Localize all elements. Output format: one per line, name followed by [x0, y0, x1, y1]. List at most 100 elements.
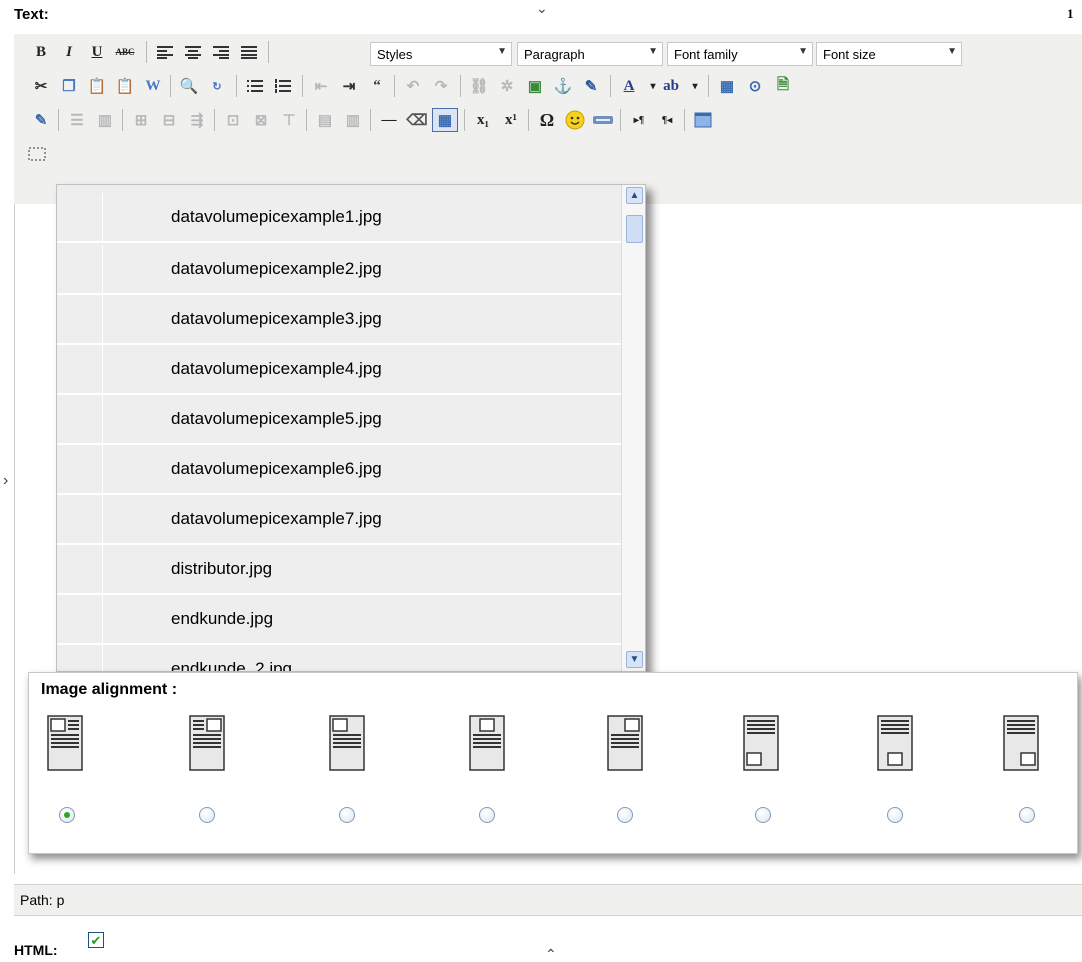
toolbar-separator: [170, 75, 171, 97]
row-props-icon: ⇶: [190, 112, 204, 129]
align-radio-top-right[interactable]: [617, 807, 633, 823]
align-radio-top-center-left[interactable]: [199, 807, 215, 823]
image-button[interactable]: ▣: [522, 74, 548, 98]
align-radio-top-left[interactable]: [59, 807, 75, 823]
scroll-thumb[interactable]: [626, 215, 643, 243]
align-bottom-left-icon[interactable]: [743, 715, 779, 771]
align-bottom-center-icon[interactable]: [877, 715, 913, 771]
indent-button[interactable]: ⇥: [336, 74, 362, 98]
list-item[interactable]: datavolumepicexample6.jpg: [57, 445, 623, 495]
highlight-dropdown[interactable]: ▾: [682, 74, 708, 98]
bold-button[interactable]: B: [28, 40, 54, 64]
rtl-button[interactable]: ¶◂: [654, 108, 680, 132]
scroll-down-button[interactable]: ▼: [626, 651, 643, 668]
align-radio-bottom-left[interactable]: [755, 807, 771, 823]
list-item[interactable]: distributor.jpg: [57, 545, 623, 595]
split-cells-button[interactable]: ⊟: [156, 108, 182, 132]
hr-line-button[interactable]: —: [376, 108, 402, 132]
align-justify-button[interactable]: [236, 40, 262, 64]
cut-button[interactable]: ✂: [28, 74, 54, 98]
table-col-button[interactable]: ▥: [92, 108, 118, 132]
align-right-button[interactable]: [208, 40, 234, 64]
align-top-left-icon[interactable]: [47, 715, 83, 771]
paste-text-button[interactable]: 📋: [112, 74, 138, 98]
delete-row-button[interactable]: ⊤: [276, 108, 302, 132]
image-file-list[interactable]: datavolumepicexample1.jpg datavolumepice…: [56, 184, 646, 672]
italic-button[interactable]: I: [56, 40, 82, 64]
find-button[interactable]: 🔍: [176, 74, 202, 98]
list-item[interactable]: datavolumepicexample3.jpg: [57, 295, 623, 345]
list-item[interactable]: datavolumepicexample7.jpg: [57, 495, 623, 545]
hr-button[interactable]: ⊙: [742, 74, 768, 98]
paste-button[interactable]: 📋: [84, 74, 110, 98]
align-radio-top-center-right[interactable]: [479, 807, 495, 823]
list-item[interactable]: datavolumepicexample5.jpg: [57, 395, 623, 445]
cell-props-button[interactable]: ⊡: [220, 108, 246, 132]
blockquote-button[interactable]: “: [364, 74, 390, 98]
align-top-center-right-icon[interactable]: [469, 715, 505, 771]
font-size-select[interactable]: Font size ▼: [816, 42, 962, 66]
superscript-button[interactable]: x¹: [498, 108, 524, 132]
edit-button[interactable]: ✎: [28, 108, 54, 132]
underline-button[interactable]: U: [84, 40, 110, 64]
list-item[interactable]: endkunde_2.jpg: [57, 645, 623, 671]
list-item[interactable]: datavolumepicexample1.jpg: [57, 193, 623, 243]
chevron-up-icon: ▲: [629, 190, 640, 201]
chevron-up-icon: ⌃: [545, 946, 557, 962]
undo-button[interactable]: ↶: [400, 74, 426, 98]
eraser-button[interactable]: ⌫: [404, 108, 430, 132]
dropdown-arrow-icon: ▼: [947, 46, 957, 57]
align-top-right-icon[interactable]: [607, 715, 643, 771]
align-radio-top-center[interactable]: [339, 807, 355, 823]
align-radio-bottom-right[interactable]: [1019, 807, 1035, 823]
outdent-button[interactable]: ⇤: [308, 74, 334, 98]
chevron-down-icon: ⌄: [536, 0, 548, 16]
fullscreen-button[interactable]: [690, 108, 716, 132]
delete-col-button[interactable]: ⊠: [248, 108, 274, 132]
highlight-button[interactable]: ab: [658, 74, 684, 98]
table-row-button[interactable]: ☰: [64, 108, 90, 132]
toolbar-separator: [122, 109, 123, 131]
media-button[interactable]: [590, 108, 616, 132]
visual-aid-button[interactable]: ▦: [432, 108, 458, 132]
font-color-button[interactable]: A: [616, 74, 642, 98]
subscript-button[interactable]: x₁: [470, 108, 496, 132]
insert-row-button[interactable]: ▤: [312, 108, 338, 132]
row-props-button[interactable]: ⇶: [184, 108, 210, 132]
anchor-button[interactable]: ⚓: [550, 74, 576, 98]
font-family-select[interactable]: Font family ▼: [667, 42, 813, 66]
scroll-up-button[interactable]: ▲: [626, 187, 643, 204]
ltr-button[interactable]: ▸¶: [626, 108, 652, 132]
preview-button[interactable]: 🗎: [770, 74, 796, 98]
list-item[interactable]: datavolumepicexample4.jpg: [57, 345, 623, 395]
align-radio-bottom-center[interactable]: [887, 807, 903, 823]
list-item[interactable]: datavolumepicexample2.jpg: [57, 245, 623, 295]
align-bottom-right-icon[interactable]: [1003, 715, 1039, 771]
unlink-button[interactable]: ✲: [494, 74, 520, 98]
strikethrough-button[interactable]: ABC: [112, 40, 138, 64]
bullet-list-button[interactable]: [242, 74, 268, 98]
merge-cells-button[interactable]: ⊞: [128, 108, 154, 132]
select-all-button[interactable]: [24, 142, 50, 166]
styles-select[interactable]: Styles ▼: [370, 42, 512, 66]
list-scrollbar[interactable]: ▲ ▼: [621, 185, 645, 671]
list-item[interactable]: endkunde.jpg: [57, 595, 623, 645]
link-button[interactable]: ⛓: [466, 74, 492, 98]
replace-button[interactable]: ↻: [204, 74, 230, 98]
align-left-button[interactable]: [152, 40, 178, 64]
align-top-center-left-icon[interactable]: [189, 715, 225, 771]
numbered-list-button[interactable]: [270, 74, 296, 98]
copy-button[interactable]: ❐: [56, 74, 82, 98]
list-item-gutter: [57, 595, 103, 643]
paragraph-select[interactable]: Paragraph ▼: [517, 42, 663, 66]
special-char-button[interactable]: Ω: [534, 108, 560, 132]
html-checkbox[interactable]: ✔: [88, 932, 104, 948]
paste-word-button[interactable]: W: [140, 74, 166, 98]
align-top-center-icon[interactable]: [329, 715, 365, 771]
table-button[interactable]: ▦: [714, 74, 740, 98]
redo-button[interactable]: ↷: [428, 74, 454, 98]
insert-col-button[interactable]: ▥: [340, 108, 366, 132]
emotion-button[interactable]: [562, 108, 588, 132]
align-center-button[interactable]: [180, 40, 206, 64]
cleanup-button[interactable]: ✎: [578, 74, 604, 98]
